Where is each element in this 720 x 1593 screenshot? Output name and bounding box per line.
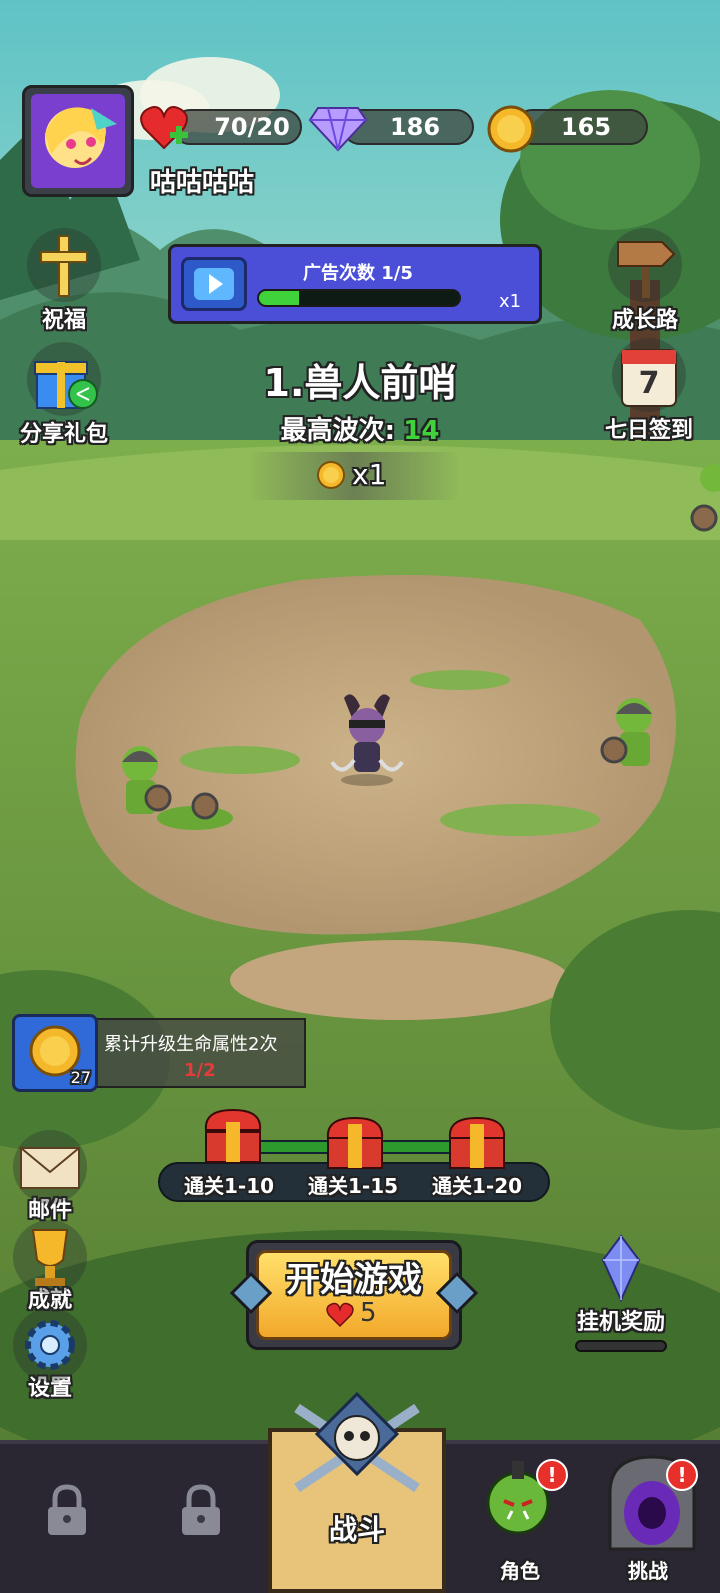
ad-reward-banner[interactable]: 广告次数 1/5 x1 [168,244,542,324]
settings-button[interactable]: 设置 [10,1308,90,1402]
alert-badge-icon: ! [666,1459,698,1491]
task-description: 累计升级生命属性2次 [104,1034,278,1055]
growth-path-button[interactable]: 成长路 [600,228,690,334]
treasure-chest-icon[interactable] [442,1110,512,1174]
alert-badge-icon: ! [536,1459,568,1491]
tab-battle-label: 战斗 [328,1513,385,1546]
crystal-icon [601,1234,641,1303]
idle-reward-label: 挂机奖励 [576,1310,665,1335]
treasure-chest-icon[interactable] [198,1104,268,1168]
gear-icon [13,1308,87,1382]
start-game-label: 开始游戏 [286,1260,422,1300]
coin-value: 165 [560,113,612,141]
start-game-button[interactable]: 开始游戏 5 [229,1236,479,1356]
blessing-button[interactable]: 祝福 [24,228,104,334]
orc-enemy [598,690,668,780]
signpost-icon [608,228,682,302]
play-video-icon [181,257,247,311]
coin-icon [486,104,536,154]
tab-battle[interactable]: 战斗 [268,1388,446,1593]
player-avatar[interactable] [22,85,134,197]
envelope-icon [13,1130,87,1204]
best-wave-label: 最高波次: [280,416,395,446]
skull-swords-icon [294,1391,420,1493]
stage-reward-multiplier: x1 [352,458,387,491]
stage-name: 1.兽人前哨 [263,361,457,405]
chest-label: 通关1-15 [308,1174,399,1198]
ad-progress-bar [257,289,461,307]
chest-label: 通关1-10 [184,1174,275,1198]
start-cost-value: 5 [360,1298,377,1328]
player-name: 咕咕咕咕 [150,168,255,198]
tab-character-label: 角色 [500,1559,540,1583]
mail-button[interactable]: 邮件 [10,1130,90,1224]
best-wave-value: 14 [403,416,440,446]
heart-icon [326,1302,354,1328]
achievements-button[interactable]: 成就 [10,1220,90,1314]
chest-label: 通关1-20 [432,1174,523,1198]
tab-character[interactable]: ! 角色 [456,1445,584,1593]
lock-icon [48,1484,86,1535]
stage-reward-bar: x1 [248,452,460,500]
start-cost: 5 [326,1298,406,1332]
cross-icon [27,228,101,302]
task-panel[interactable]: 27 累计升级生命属性2次 1/2 [12,1014,308,1092]
best-wave: 最高波次: 14 [0,410,720,447]
trophy-icon [13,1220,87,1294]
locked-tab[interactable] [0,1445,134,1593]
idle-reward-progress [575,1340,667,1352]
tab-challenge-label: 挑战 [628,1559,668,1583]
task-reward-count: 27 [70,1068,91,1087]
ad-count-label: 广告次数 1/5 [303,263,413,284]
diamond-icon [308,104,368,152]
task-reward-icon: 27 [12,1014,98,1092]
coin-icon [316,460,346,490]
energy-value: 70/20 [214,113,290,141]
gem-value: 186 [389,113,441,141]
task-progress: 1/2 [184,1060,216,1081]
lock-icon [182,1484,220,1535]
idle-reward-button[interactable]: 挂机奖励 [566,1234,676,1354]
orc-enemy-offscreen [688,458,720,538]
locked-tab[interactable] [134,1445,268,1593]
blessing-label: 祝福 [41,308,86,333]
treasure-chest-icon[interactable] [320,1110,390,1174]
fallen-orc-enemy [150,788,245,838]
tab-challenge[interactable]: ! 挑战 [584,1445,720,1593]
heart-add-icon[interactable] [140,104,192,154]
growth-path-label: 成长路 [611,308,678,333]
ad-progress-fill [259,291,299,305]
hero-character [322,688,412,788]
ad-multiplier: x1 [499,291,522,312]
